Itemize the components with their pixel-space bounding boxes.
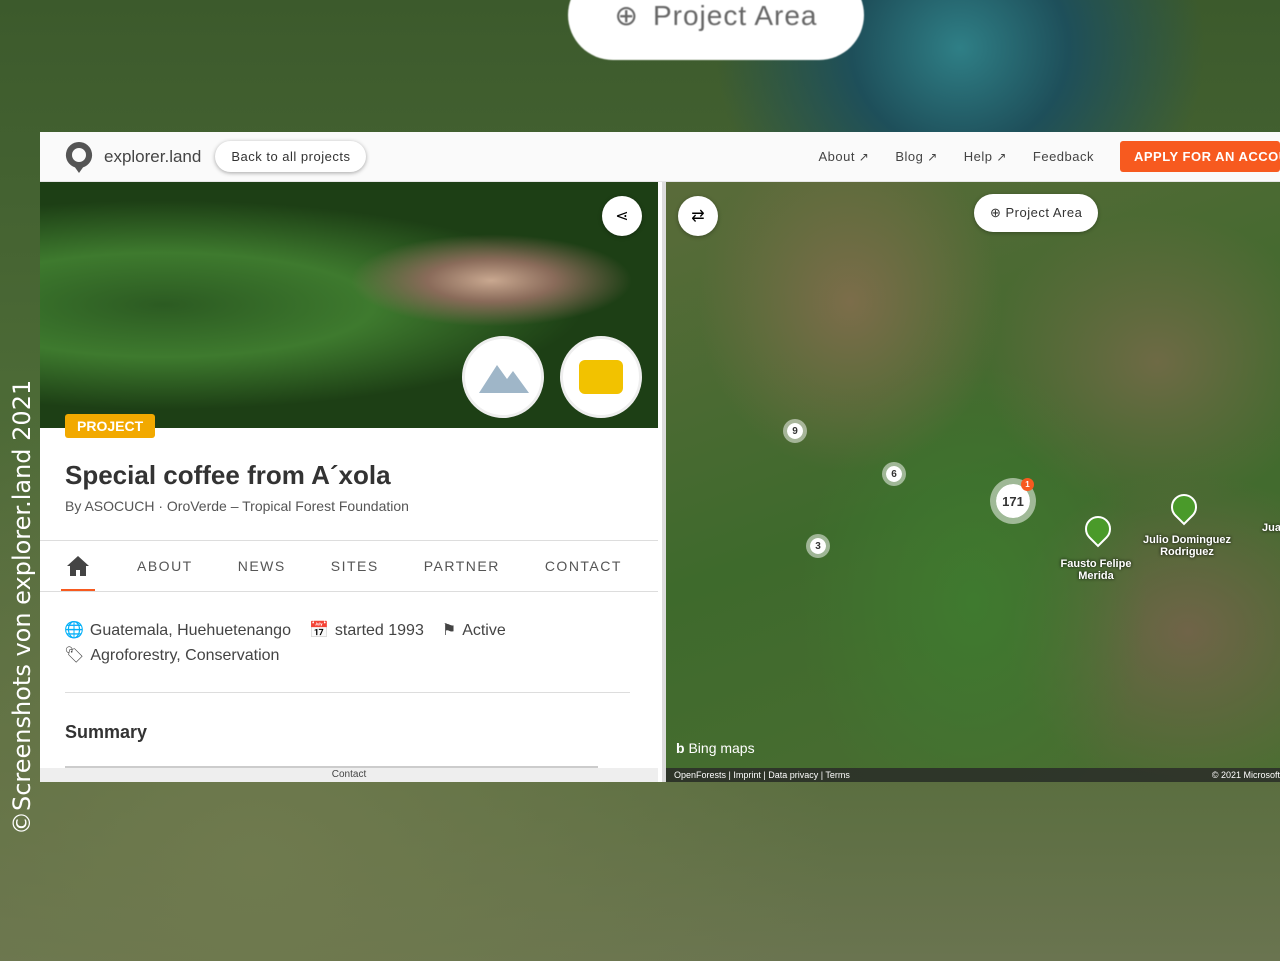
map-cluster[interactable]: 9 [783,419,807,443]
brand-logo[interactable]: explorer.land [64,140,201,174]
map-footer-links[interactable]: OpenForests | Imprint | Data privacy | T… [674,770,850,780]
nav-help[interactable]: Help [964,149,1007,164]
apply-account-button[interactable]: APPLY FOR AN ACCOUNT [1120,141,1280,172]
flag-icon: ⚑ [441,622,457,639]
divider [65,692,630,693]
swap-arrows-icon: ⇄ [691,208,705,225]
tab-partner[interactable]: PARTNER [424,558,500,574]
top-bar: explorer.land Back to all projects About… [40,132,1280,182]
site-label: Fausto Felipe Merida [1060,558,1132,582]
nav-blog[interactable]: Blog [895,149,937,164]
tab-contact[interactable]: CONTACT [545,558,622,574]
share-button[interactable]: ⋖ [602,196,642,236]
watermark: ©Screenshots von explorer.land 2021 [8,379,36,835]
site-label: Julio Dominguez Rodriguez [1143,534,1231,558]
background-project-area-pill: ⊕ Project Area [568,0,864,60]
swap-view-button[interactable]: ⇄ [678,196,718,236]
tab-news[interactable]: NEWS [238,558,286,574]
tags-icon: 🏷 [64,647,85,664]
footer-contact-link[interactable]: Contact [40,768,658,782]
map-cluster-main[interactable]: 171 1 [990,478,1036,524]
project-area-button[interactable]: ⊕ Project Area [974,194,1099,232]
back-to-projects-button[interactable]: Back to all projects [215,141,367,172]
app-window: explorer.land Back to all projects About… [40,132,1280,782]
search-icon: ⊕ [614,0,639,31]
bing-maps-logo: b Bing maps [676,740,755,756]
globe-icon: 🌐 [64,622,84,639]
map-cluster[interactable]: 3 [806,534,830,558]
partner-logo-oroverde [462,336,544,418]
nav-about[interactable]: About [818,149,869,164]
home-icon [67,556,89,576]
project-tabs: ABOUT NEWS SITES PARTNER CONTACT [40,540,658,592]
tab-sites[interactable]: SITES [331,558,379,574]
zoom-search-icon: ⊕ [990,205,1006,220]
project-badge: PROJECT [65,414,156,438]
people-logo-icon [579,360,623,394]
tab-home[interactable] [61,541,95,591]
map-copyright: © 2021 Microsoft [1211,770,1280,780]
project-hero-image: ⋖ [40,182,658,428]
project-title: Special coffee from A´xola [65,460,391,490]
nav-feedback[interactable]: Feedback [1033,149,1094,164]
project-organizations: By ASOCUCH · OroVerde – Tropical Forest … [65,498,409,514]
tab-about[interactable]: ABOUT [137,558,193,574]
summary-heading: Summary [65,722,148,742]
partner-logo-asocuch [560,336,642,418]
map-footer: OpenForests | Imprint | Data privacy | T… [666,768,1280,782]
map-view[interactable]: ⇄ ⊕ Project Area 9 6 3 171 1 Fausto Felip… [662,182,1280,782]
top-nav: About Blog Help Feedback APPLY FOR AN AC… [818,141,1280,172]
project-meta: 🌐 Guatemala, Huehuetenango 📅 started 1993 ⚑ A… [64,622,506,664]
map-pin-logo-icon [65,141,93,173]
site-pin-tree-icon[interactable] [1079,510,1117,548]
site-label: Jua [1262,522,1280,534]
mountain-logo-icon [479,365,529,393]
map-cluster[interactable]: 6 [882,462,906,486]
share-icon: ⋖ [615,208,629,225]
cluster-badge: 1 [1021,478,1034,491]
calendar-icon: 📅 [308,622,329,639]
site-pin-tree-icon[interactable] [1165,488,1203,526]
project-panel: ⋖ PROJECT Special coffee from A´xola By … [40,182,658,782]
